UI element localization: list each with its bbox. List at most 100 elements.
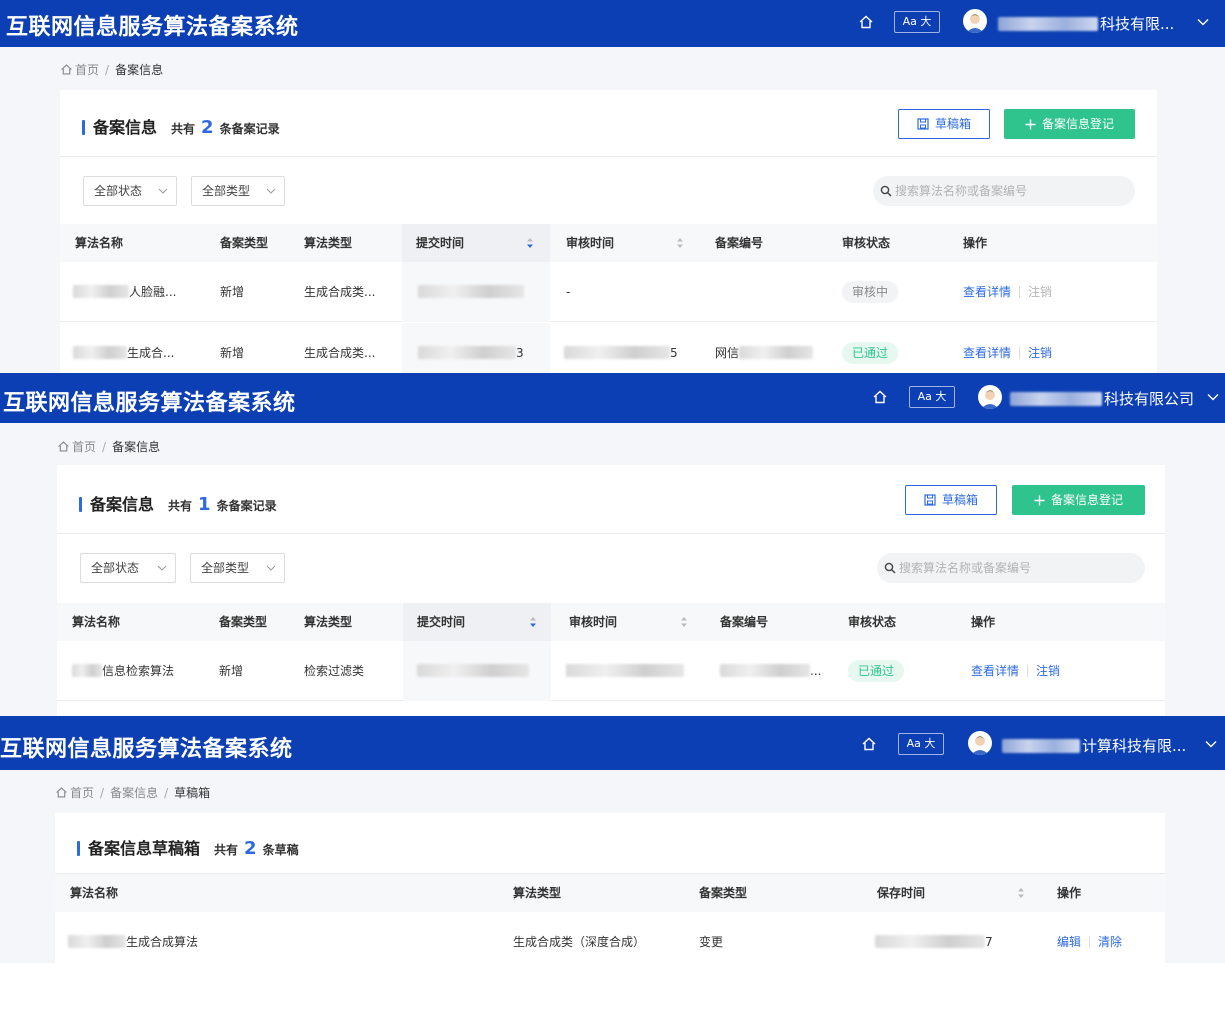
add-filing-button[interactable]: 备案信息登记 bbox=[1004, 109, 1135, 139]
status-badge: 已通过 bbox=[848, 641, 905, 701]
col-actions: 操作 bbox=[971, 615, 996, 629]
draft-box-button[interactable]: 草稿箱 bbox=[905, 485, 997, 515]
col-algo-name: 算法名称 bbox=[75, 236, 124, 250]
breadcrumb-filing[interactable]: 备案信息 bbox=[110, 786, 158, 800]
algo-type: 生成合成类... bbox=[304, 346, 376, 360]
table-header: 算法名称 算法类型 备案类型 保存时间 操作 bbox=[55, 874, 1165, 912]
col-algo-name: 算法名称 bbox=[70, 886, 119, 900]
filing-list-card: 备案信息 共有 2 条备案记录 草稿箱 备案信息登记 全部状态 全部类型 搜索算法名称… bbox=[60, 90, 1157, 373]
sort-icon[interactable] bbox=[529, 616, 537, 628]
home-icon[interactable] bbox=[872, 389, 888, 405]
home-icon[interactable] bbox=[861, 736, 877, 752]
search-icon bbox=[884, 562, 896, 574]
table-row: 人脸融... 新增 生成合成类... - 审核中 查看详情 注销 bbox=[60, 262, 1157, 322]
edit-link[interactable]: 编辑 bbox=[1057, 935, 1081, 949]
view-detail-link[interactable]: 查看详情 bbox=[963, 285, 1011, 299]
clear-link[interactable]: 清除 bbox=[1098, 935, 1122, 949]
cancel-link: 注销 bbox=[1028, 285, 1053, 299]
font-size-button[interactable]: Aa 大 bbox=[894, 11, 940, 33]
table-header: 算法名称 备案类型 算法类型 提交时间 审核时间 备案编号 审核状态 操作 bbox=[60, 224, 1157, 262]
algo-name: 生成合成算法 bbox=[68, 912, 198, 963]
top-header: 互联网信息服务算法备案系统 Aa 大 科技有限公司 bbox=[0, 373, 1225, 423]
col-submit-time[interactable]: 提交时间 bbox=[402, 224, 550, 262]
user-avatar-icon bbox=[981, 390, 999, 409]
search-icon bbox=[880, 185, 892, 197]
status-badge: 审核中 bbox=[842, 262, 899, 322]
breadcrumb-current: 备案信息 bbox=[115, 63, 164, 77]
add-filing-button[interactable]: 备案信息登记 bbox=[1012, 485, 1145, 515]
row-actions: 查看详情 注销 bbox=[963, 262, 1052, 322]
col-algo-type: 算法类型 bbox=[304, 615, 353, 629]
filing-list-card: 备案信息 共有 1 条备案记录 草稿箱 备案信息登记 全部状态 全部类型 搜索算法名称… bbox=[57, 465, 1165, 716]
col-filing-type: 备案类型 bbox=[699, 886, 748, 900]
row-actions: 查看详情 注销 bbox=[971, 641, 1060, 701]
algo-name: 生成合... bbox=[73, 323, 174, 373]
breadcrumb-home[interactable]: 首页 bbox=[70, 786, 94, 800]
font-size-button[interactable]: Aa 大 bbox=[898, 733, 944, 755]
col-submit-time[interactable]: 提交时间 bbox=[403, 603, 551, 641]
row-actions: 编辑 清除 bbox=[1057, 912, 1122, 963]
home-icon bbox=[58, 441, 69, 452]
submit-time: 3 bbox=[402, 323, 550, 373]
type-filter[interactable]: 全部类型 bbox=[190, 553, 285, 583]
sort-icon[interactable] bbox=[676, 237, 684, 249]
col-review-time[interactable]: 审核时间 bbox=[569, 603, 699, 641]
sort-icon[interactable] bbox=[1017, 887, 1025, 899]
breadcrumb-home[interactable]: 首页 bbox=[72, 440, 96, 454]
font-size-button[interactable]: Aa 大 bbox=[909, 386, 955, 408]
home-icon bbox=[61, 64, 72, 75]
submit-time bbox=[403, 641, 551, 701]
col-actions: 操作 bbox=[963, 236, 988, 250]
avatar[interactable] bbox=[963, 9, 987, 33]
top-header: 互联网信息服务算法备案系统 Aa 大 科技有限... bbox=[0, 0, 1225, 47]
user-name[interactable]: 计算科技有限... bbox=[1002, 735, 1186, 756]
algo-name: 信息检索算法 bbox=[72, 641, 174, 701]
app-title: 互联网信息服务算法备案系统 bbox=[0, 737, 293, 762]
avatar[interactable] bbox=[968, 731, 992, 755]
save-time: 7 bbox=[875, 912, 993, 963]
submit-time bbox=[402, 262, 550, 322]
col-review-time[interactable]: 审核时间 bbox=[566, 224, 696, 262]
sort-icon[interactable] bbox=[680, 616, 688, 628]
view-detail-link[interactable]: 查看详情 bbox=[963, 346, 1011, 360]
col-algo-type: 算法类型 bbox=[513, 886, 562, 900]
breadcrumb: 首页 / 备案信息 bbox=[57, 438, 160, 455]
save-icon bbox=[924, 494, 936, 506]
status-filter[interactable]: 全部状态 bbox=[83, 176, 177, 206]
avatar[interactable] bbox=[978, 385, 1002, 409]
screenshot-panel-draft-box: 互联网信息服务算法备案系统 Aa 大 计算科技有限... 首页 / 备案信息 / 草稿箱… bbox=[0, 716, 1225, 963]
col-save-time[interactable]: 保存时间 bbox=[877, 874, 1037, 912]
col-status: 审核状态 bbox=[842, 236, 891, 250]
app-title: 互联网信息服务算法备案系统 bbox=[3, 391, 296, 416]
filing-no: ... bbox=[720, 641, 821, 701]
draft-box-card: 备案信息草稿箱 共有 2 条草稿 算法名称 算法类型 备案类型 保存时间 操作 生成合… bbox=[55, 813, 1165, 963]
screenshot-panel-filing-list-1: 互联网信息服务算法备案系统 Aa 大 科技有限... 首页 / 备案信息 备案信息共… bbox=[0, 0, 1225, 373]
chevron-down-icon[interactable] bbox=[1197, 16, 1209, 28]
sort-icon[interactable] bbox=[526, 237, 534, 249]
status-filter[interactable]: 全部状态 bbox=[80, 553, 176, 583]
draft-box-button[interactable]: 草稿箱 bbox=[898, 109, 990, 139]
col-algo-name: 算法名称 bbox=[72, 615, 121, 629]
chevron-down-icon bbox=[158, 188, 168, 194]
user-name[interactable]: 科技有限公司 bbox=[1010, 388, 1194, 409]
chevron-down-icon[interactable] bbox=[1207, 391, 1219, 403]
breadcrumb-current: 备案信息 bbox=[112, 440, 161, 454]
cancel-link[interactable]: 注销 bbox=[1028, 346, 1052, 360]
algo-type: 生成合成类... bbox=[304, 285, 376, 299]
review-time: 5 bbox=[564, 323, 678, 373]
breadcrumb: 首页 / 备案信息 / 草稿箱 bbox=[55, 784, 210, 801]
card-title: 备案信息草稿箱 共有 2 条草稿 bbox=[77, 835, 299, 859]
type-filter[interactable]: 全部类型 bbox=[191, 176, 285, 206]
user-name[interactable]: 科技有限... bbox=[998, 13, 1174, 34]
chevron-down-icon[interactable] bbox=[1205, 738, 1217, 750]
chevron-down-icon bbox=[266, 188, 276, 194]
plus-icon bbox=[1034, 495, 1045, 506]
user-avatar-icon bbox=[971, 736, 989, 755]
breadcrumb-home[interactable]: 首页 bbox=[75, 63, 99, 77]
view-detail-link[interactable]: 查看详情 bbox=[971, 664, 1019, 678]
home-icon[interactable] bbox=[858, 14, 874, 30]
search-input[interactable]: 搜索算法名称或备案编号 bbox=[877, 553, 1145, 583]
search-input[interactable]: 搜索算法名称或备案编号 bbox=[873, 176, 1135, 206]
review-time: - bbox=[566, 285, 571, 299]
cancel-link[interactable]: 注销 bbox=[1036, 664, 1060, 678]
